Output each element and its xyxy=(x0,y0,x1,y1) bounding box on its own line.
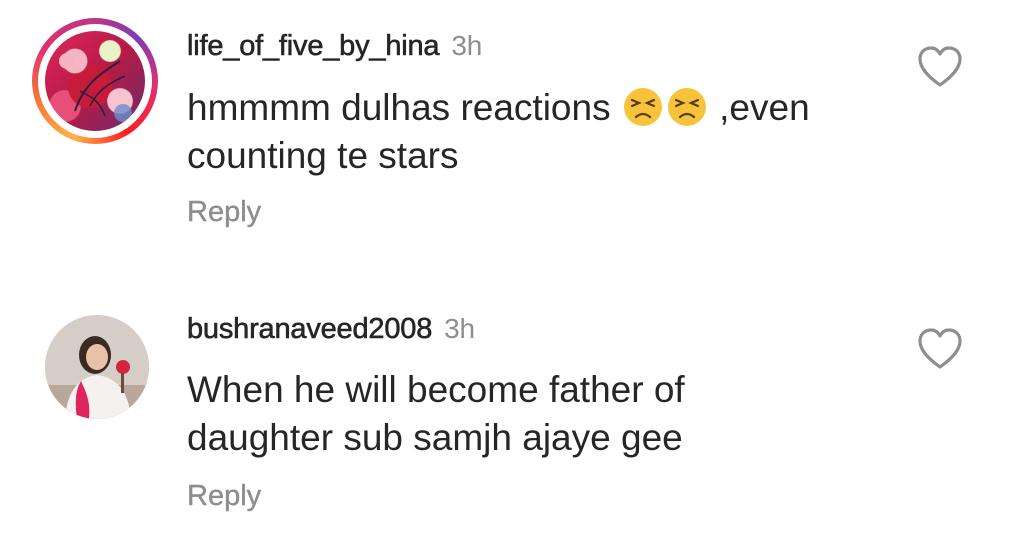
reply-button[interactable]: Reply xyxy=(187,480,262,513)
heart-icon[interactable] xyxy=(916,326,964,372)
comment-item: bushranaveed2008 3h When he will become f… xyxy=(0,0,1024,512)
comment-text: When he will become father of daughter s… xyxy=(187,366,887,462)
avatar-artwork xyxy=(59,53,132,122)
avatar[interactable] xyxy=(45,31,145,131)
username[interactable]: bushranaveed2008 xyxy=(187,313,433,346)
comment-time: 3h xyxy=(444,313,475,344)
comment-text-line: daughter sub samjh ajaye gee xyxy=(187,417,683,458)
comment-text-line: When he will become father of xyxy=(187,369,685,410)
avatar[interactable] xyxy=(45,315,149,419)
comment-author[interactable]: bushranaveed2008 3h xyxy=(187,313,475,346)
avatar-photo xyxy=(45,315,149,419)
